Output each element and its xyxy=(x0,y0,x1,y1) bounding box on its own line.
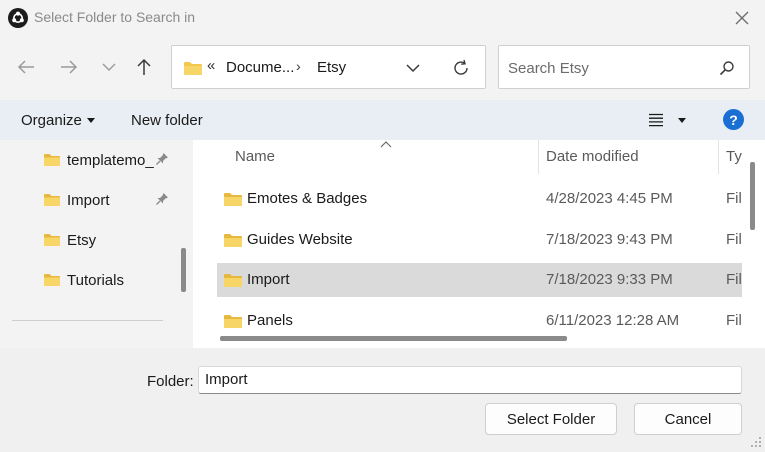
forward-button[interactable] xyxy=(53,51,85,83)
folder-icon xyxy=(224,274,242,287)
caret-down-icon xyxy=(87,118,95,123)
search-input[interactable]: Search Etsy xyxy=(498,45,750,89)
new-folder-button[interactable]: New folder xyxy=(131,112,203,129)
help-icon[interactable]: ? xyxy=(723,109,744,130)
view-options-caret-icon[interactable] xyxy=(678,118,686,123)
file-date: 7/18/2023 9:33 PM xyxy=(546,271,673,288)
search-icon xyxy=(719,61,734,76)
file-date: 6/11/2023 12:28 AM xyxy=(546,312,680,329)
file-name: Emotes & Badges xyxy=(247,190,368,207)
file-type: File folder xyxy=(726,271,742,288)
file-date: 4/28/2023 4:45 PM xyxy=(546,190,673,207)
folder-icon xyxy=(44,234,60,246)
file-name: Guides Website xyxy=(247,231,353,248)
forward-arrow-icon xyxy=(61,60,78,74)
sidebar-item-tutorials[interactable]: Tutorials xyxy=(0,260,180,300)
column-header-name[interactable]: Name xyxy=(235,148,275,165)
sort-ascending-icon[interactable] xyxy=(380,140,392,148)
app-icon xyxy=(8,8,28,28)
sidebar-divider xyxy=(12,320,163,321)
table-row[interactable]: Emotes & Badges 4/28/2023 4:45 PM File f… xyxy=(217,182,742,216)
sidebar-scrollbar[interactable] xyxy=(181,248,186,292)
file-name: Panels xyxy=(247,312,293,329)
back-button[interactable] xyxy=(10,51,42,83)
command-bar: Organize New folder ? xyxy=(0,100,765,140)
back-arrow-icon xyxy=(17,60,34,74)
chevron-down-icon[interactable] xyxy=(404,59,422,77)
close-icon xyxy=(735,11,749,25)
recent-dropdown-icon xyxy=(102,63,116,71)
folder-icon xyxy=(224,315,242,328)
refresh-icon[interactable] xyxy=(451,58,471,78)
horizontal-scrollbar[interactable] xyxy=(220,336,567,341)
file-type: File folder xyxy=(726,190,742,207)
sidebar-item-templatemo[interactable]: templatemo_ xyxy=(0,140,180,180)
window-title: Select Folder to Search in xyxy=(34,9,196,25)
column-divider[interactable] xyxy=(718,140,719,174)
dialog-footer: Folder: Import Select Folder Cancel xyxy=(0,348,765,452)
breadcrumb-overflow[interactable]: « xyxy=(207,57,215,74)
navigation-pane: templatemo_ Import Etsy Tutorials xyxy=(0,140,193,348)
search-placeholder: Search Etsy xyxy=(508,60,589,77)
resize-grip-icon[interactable] xyxy=(750,436,762,448)
folder-icon xyxy=(224,193,242,206)
folder-icon xyxy=(44,194,60,206)
select-folder-button[interactable]: Select Folder xyxy=(485,403,617,435)
file-type: File folder xyxy=(726,231,742,248)
file-type: File folder xyxy=(726,312,742,329)
folder-icon xyxy=(44,154,60,166)
address-bar[interactable]: « Docume... › Etsy xyxy=(171,45,486,89)
sidebar-item-label: Tutorials xyxy=(67,272,124,289)
breadcrumb-documents[interactable]: Docume... xyxy=(226,59,294,76)
file-date: 7/18/2023 9:43 PM xyxy=(546,231,673,248)
sidebar-item-etsy[interactable]: Etsy xyxy=(0,220,180,260)
column-header-type[interactable]: Typ xyxy=(726,148,742,165)
folder-name-value: Import xyxy=(205,371,248,388)
pin-icon xyxy=(156,193,168,205)
sidebar-item-label: templatemo_ xyxy=(67,152,154,169)
up-arrow-icon xyxy=(137,58,151,75)
file-list: Name Date modified Typ Emotes & Badges 4… xyxy=(193,140,765,348)
folder-icon xyxy=(184,62,202,75)
file-name: Import xyxy=(247,271,290,288)
breadcrumb-separator[interactable]: › xyxy=(296,58,301,74)
column-header-date-modified[interactable]: Date modified xyxy=(546,148,639,165)
folder-name-input[interactable]: Import xyxy=(198,366,742,394)
folder-label: Folder: xyxy=(147,373,194,390)
view-list-icon[interactable] xyxy=(648,113,664,127)
close-button[interactable] xyxy=(726,4,758,32)
folder-icon xyxy=(224,234,242,247)
vertical-scrollbar[interactable] xyxy=(750,162,755,230)
recent-locations-button[interactable] xyxy=(93,51,125,83)
up-button[interactable] xyxy=(128,51,160,83)
table-row[interactable]: Guides Website 7/18/2023 9:43 PM File fo… xyxy=(217,223,742,257)
sidebar-item-import[interactable]: Import xyxy=(0,180,180,220)
folder-icon xyxy=(44,274,60,286)
column-divider[interactable] xyxy=(538,140,539,174)
organize-button[interactable]: Organize xyxy=(21,112,82,129)
sidebar-item-label: Import xyxy=(67,192,110,209)
breadcrumb-etsy[interactable]: Etsy xyxy=(317,59,346,76)
table-row-selected[interactable]: Import 7/18/2023 9:33 PM File folder xyxy=(217,263,742,297)
cancel-button[interactable]: Cancel xyxy=(634,403,742,435)
pin-icon xyxy=(156,153,168,165)
sidebar-item-label: Etsy xyxy=(67,232,97,249)
